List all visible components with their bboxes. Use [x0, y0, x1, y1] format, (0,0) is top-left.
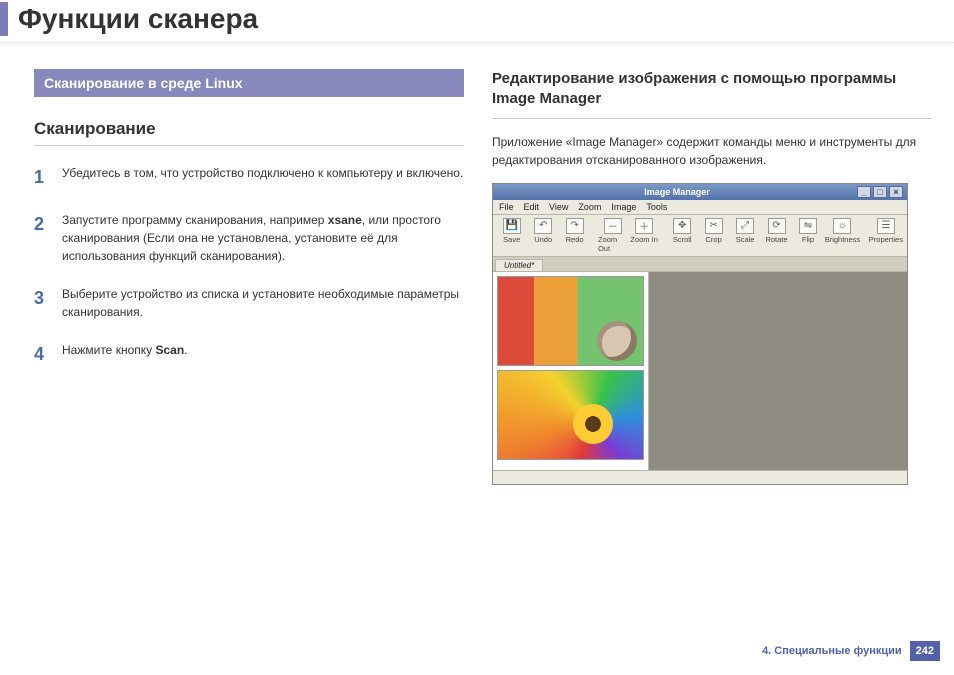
tool-scale[interactable]: ⤢Scale	[730, 218, 759, 253]
work-area	[493, 272, 907, 470]
tool-properties[interactable]: ☰Properties	[869, 218, 903, 253]
step-text-pre: Выберите устройство из списка и установи…	[62, 287, 459, 319]
thumbnail-rainbow-flower[interactable]	[497, 370, 644, 460]
tool-label: Scale	[736, 235, 755, 244]
menu-tools[interactable]: Tools	[646, 202, 667, 212]
step-item: 1 Убедитесь в том, что устройство подклю…	[34, 164, 464, 191]
tool-label: Undo	[534, 235, 552, 244]
close-button[interactable]: ×	[889, 186, 903, 198]
window-title: Image Manager	[497, 187, 857, 197]
tool-label: Properties	[869, 235, 903, 244]
tool-label: Save	[503, 235, 520, 244]
thumbnail-pane	[493, 272, 649, 470]
step-text-post: .	[184, 343, 187, 357]
tool-redo[interactable]: ↷Redo	[560, 218, 589, 253]
step-item: 4 Нажмите кнопку Scan.	[34, 341, 464, 368]
page-number-badge: 242	[910, 641, 940, 661]
title-accent-block	[0, 2, 8, 36]
tool-label: Brightness	[825, 235, 860, 244]
tool-brightness[interactable]: ☼Brightness	[825, 218, 860, 253]
thumbnail-flowers[interactable]	[497, 276, 644, 366]
tool-undo[interactable]: ↶Undo	[528, 218, 557, 253]
window-buttons: _ □ ×	[857, 186, 903, 198]
step-text-pre: Запустите программу сканирования, наприм…	[62, 213, 328, 227]
page-footer: 4. Специальные функции 242	[762, 641, 940, 661]
step-text: Выберите устройство из списка и установи…	[62, 285, 464, 321]
tool-label: Rotate	[765, 235, 787, 244]
window-titlebar: Image Manager _ □ ×	[493, 184, 907, 200]
step-text-bold: xsane	[328, 213, 362, 227]
tool-label: Flip	[802, 235, 814, 244]
toolbar: 💾Save ↶Undo ↷Redo －Zoom Out ＋Zoom In ✥Sc…	[493, 215, 907, 257]
undo-icon: ↶	[534, 218, 552, 234]
step-text-pre: Нажмите кнопку	[62, 343, 155, 357]
scale-icon: ⤢	[736, 218, 754, 234]
menu-edit[interactable]: Edit	[524, 202, 540, 212]
tool-label: Scroll	[673, 235, 692, 244]
maximize-button[interactable]: □	[873, 186, 887, 198]
left-subhead: Сканирование	[34, 119, 464, 146]
step-number: 4	[34, 341, 48, 368]
step-text-pre: Убедитесь в том, что устройство подключе…	[62, 166, 463, 180]
menu-zoom[interactable]: Zoom	[578, 202, 601, 212]
tool-label: Crop	[706, 235, 722, 244]
brightness-icon: ☼	[833, 218, 851, 234]
redo-icon: ↷	[566, 218, 584, 234]
document-tab[interactable]: Untitled*	[495, 259, 543, 271]
tool-flip[interactable]: ⇋Flip	[793, 218, 822, 253]
menu-file[interactable]: File	[499, 202, 514, 212]
menu-image[interactable]: Image	[611, 202, 636, 212]
step-number: 3	[34, 285, 48, 321]
scroll-icon: ✥	[673, 218, 691, 234]
right-heading: Редактирование изображения с помощью про…	[492, 69, 932, 119]
zoom-out-icon: －	[604, 218, 622, 234]
right-intro: Приложение «Image Manager» содержит кома…	[492, 133, 932, 169]
crop-icon: ✂	[705, 218, 723, 234]
flip-icon: ⇋	[799, 218, 817, 234]
step-number: 2	[34, 211, 48, 265]
section-banner: Сканирование в среде Linux	[34, 69, 464, 97]
steps-list: 1 Убедитесь в том, что устройство подклю…	[34, 164, 464, 368]
tool-zoom-out[interactable]: －Zoom Out	[598, 218, 627, 253]
tool-crop[interactable]: ✂Crop	[699, 218, 728, 253]
tool-label: Zoom In	[630, 235, 658, 244]
menubar: File Edit View Zoom Image Tools	[493, 200, 907, 215]
menu-view[interactable]: View	[549, 202, 568, 212]
properties-icon: ☰	[877, 218, 895, 234]
title-bar: Функции сканера	[0, 0, 954, 43]
step-text: Нажмите кнопку Scan.	[62, 341, 188, 368]
step-text-bold: Scan	[155, 343, 184, 357]
statusbar	[493, 470, 907, 484]
step-text: Убедитесь в том, что устройство подключе…	[62, 164, 463, 191]
step-item: 2 Запустите программу сканирования, напр…	[34, 211, 464, 265]
rotate-icon: ⟳	[768, 218, 786, 234]
tool-label: Redo	[566, 235, 584, 244]
left-column: Сканирование в среде Linux Сканирование …	[34, 69, 464, 485]
page-title: Функции сканера	[18, 3, 258, 35]
footer-chapter: 4. Специальные функции	[762, 645, 902, 657]
tab-strip: Untitled*	[493, 257, 907, 272]
minimize-button[interactable]: _	[857, 186, 871, 198]
canvas-pane	[649, 272, 907, 470]
step-item: 3 Выберите устройство из списка и устано…	[34, 285, 464, 321]
content-area: Сканирование в среде Linux Сканирование …	[0, 43, 954, 485]
step-text: Запустите программу сканирования, наприм…	[62, 211, 464, 265]
zoom-in-icon: ＋	[635, 218, 653, 234]
save-icon: 💾	[503, 218, 521, 234]
tool-label: Zoom Out	[598, 235, 627, 253]
tool-rotate[interactable]: ⟳Rotate	[762, 218, 791, 253]
tool-save[interactable]: 💾Save	[497, 218, 526, 253]
tool-zoom-in[interactable]: ＋Zoom In	[629, 218, 658, 253]
step-number: 1	[34, 164, 48, 191]
image-manager-window: Image Manager _ □ × File Edit View Zoom …	[492, 183, 908, 485]
tool-scroll[interactable]: ✥Scroll	[668, 218, 697, 253]
right-column: Редактирование изображения с помощью про…	[492, 69, 932, 485]
